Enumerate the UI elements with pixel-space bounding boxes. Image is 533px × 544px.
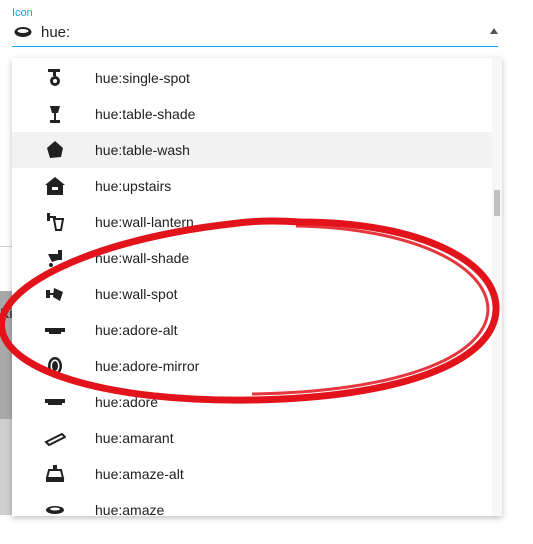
list-item-label: hue:single-spot — [95, 70, 190, 86]
wall-shade-icon — [48, 250, 62, 267]
adore-mirror-icon — [48, 357, 62, 375]
table-wash-icon — [47, 141, 63, 158]
list-item[interactable]: hue:adore-alt — [12, 312, 492, 348]
list-item-label: hue:adore-mirror — [95, 358, 200, 374]
wall-lantern-icon — [47, 213, 65, 231]
list-item-label: hue:wall-lantern — [95, 214, 194, 230]
single-spot-icon — [48, 69, 60, 86]
scrollbar-track[interactable] — [492, 58, 502, 516]
list-item[interactable]: hue:amaze — [12, 492, 492, 516]
list-item-label: hue:amaze — [95, 502, 165, 516]
list-item-label: hue:amarant — [95, 430, 174, 446]
list-item[interactable]: hue:single-spot — [12, 60, 492, 96]
list-item-label: hue:adore-alt — [95, 322, 178, 338]
field-underline — [12, 46, 498, 47]
table-shade-icon — [50, 106, 60, 123]
field-label: Icon — [12, 7, 33, 19]
list-item[interactable]: hue:amarant — [12, 420, 492, 456]
list-item[interactable]: hue:adore-mirror — [12, 348, 492, 384]
adore-icon — [45, 399, 65, 405]
list-item-label: hue:table-shade — [95, 106, 196, 122]
list-item-label: hue:wall-spot — [95, 286, 178, 302]
list-item-label: hue:adore — [95, 394, 159, 410]
background-text-fragment: Ki — [0, 305, 13, 321]
list-item-label: hue:table-wash — [95, 142, 190, 158]
list-item-label: hue:wall-shade — [95, 250, 190, 266]
icon-picker-field[interactable]: Icon hue: — [12, 0, 498, 48]
wall-spot-icon — [46, 288, 63, 301]
icon-search-input[interactable]: hue: — [41, 24, 70, 41]
list-item[interactable]: hue:wall-spot — [12, 276, 492, 312]
background-divider — [0, 246, 12, 247]
icon-dropdown-list[interactable]: hue:single-spot hue:table-shade hue:tabl… — [12, 58, 502, 516]
list-item[interactable]: hue:wall-lantern — [12, 204, 492, 240]
amaze-alt-icon — [45, 465, 65, 482]
list-item-label: hue:amaze-alt — [95, 466, 184, 482]
field-current-icon — [14, 27, 32, 37]
list-item[interactable]: hue:adore — [12, 384, 492, 420]
list-item-label: hue:upstairs — [95, 178, 172, 194]
list-item[interactable]: hue:upstairs — [12, 168, 492, 204]
scrollbar-thumb[interactable] — [494, 190, 500, 216]
list-item[interactable]: hue:wall-shade — [12, 240, 492, 276]
list-item[interactable]: hue:table-wash — [12, 132, 492, 168]
upstairs-icon — [45, 177, 65, 195]
amarant-icon — [44, 432, 66, 447]
list-item[interactable]: hue:amaze-alt — [12, 456, 492, 492]
adore-alt-icon — [45, 328, 65, 334]
list-item[interactable]: hue:table-shade — [12, 96, 492, 132]
dropdown-toggle-icon[interactable] — [490, 28, 498, 34]
amaze-icon — [46, 506, 64, 514]
